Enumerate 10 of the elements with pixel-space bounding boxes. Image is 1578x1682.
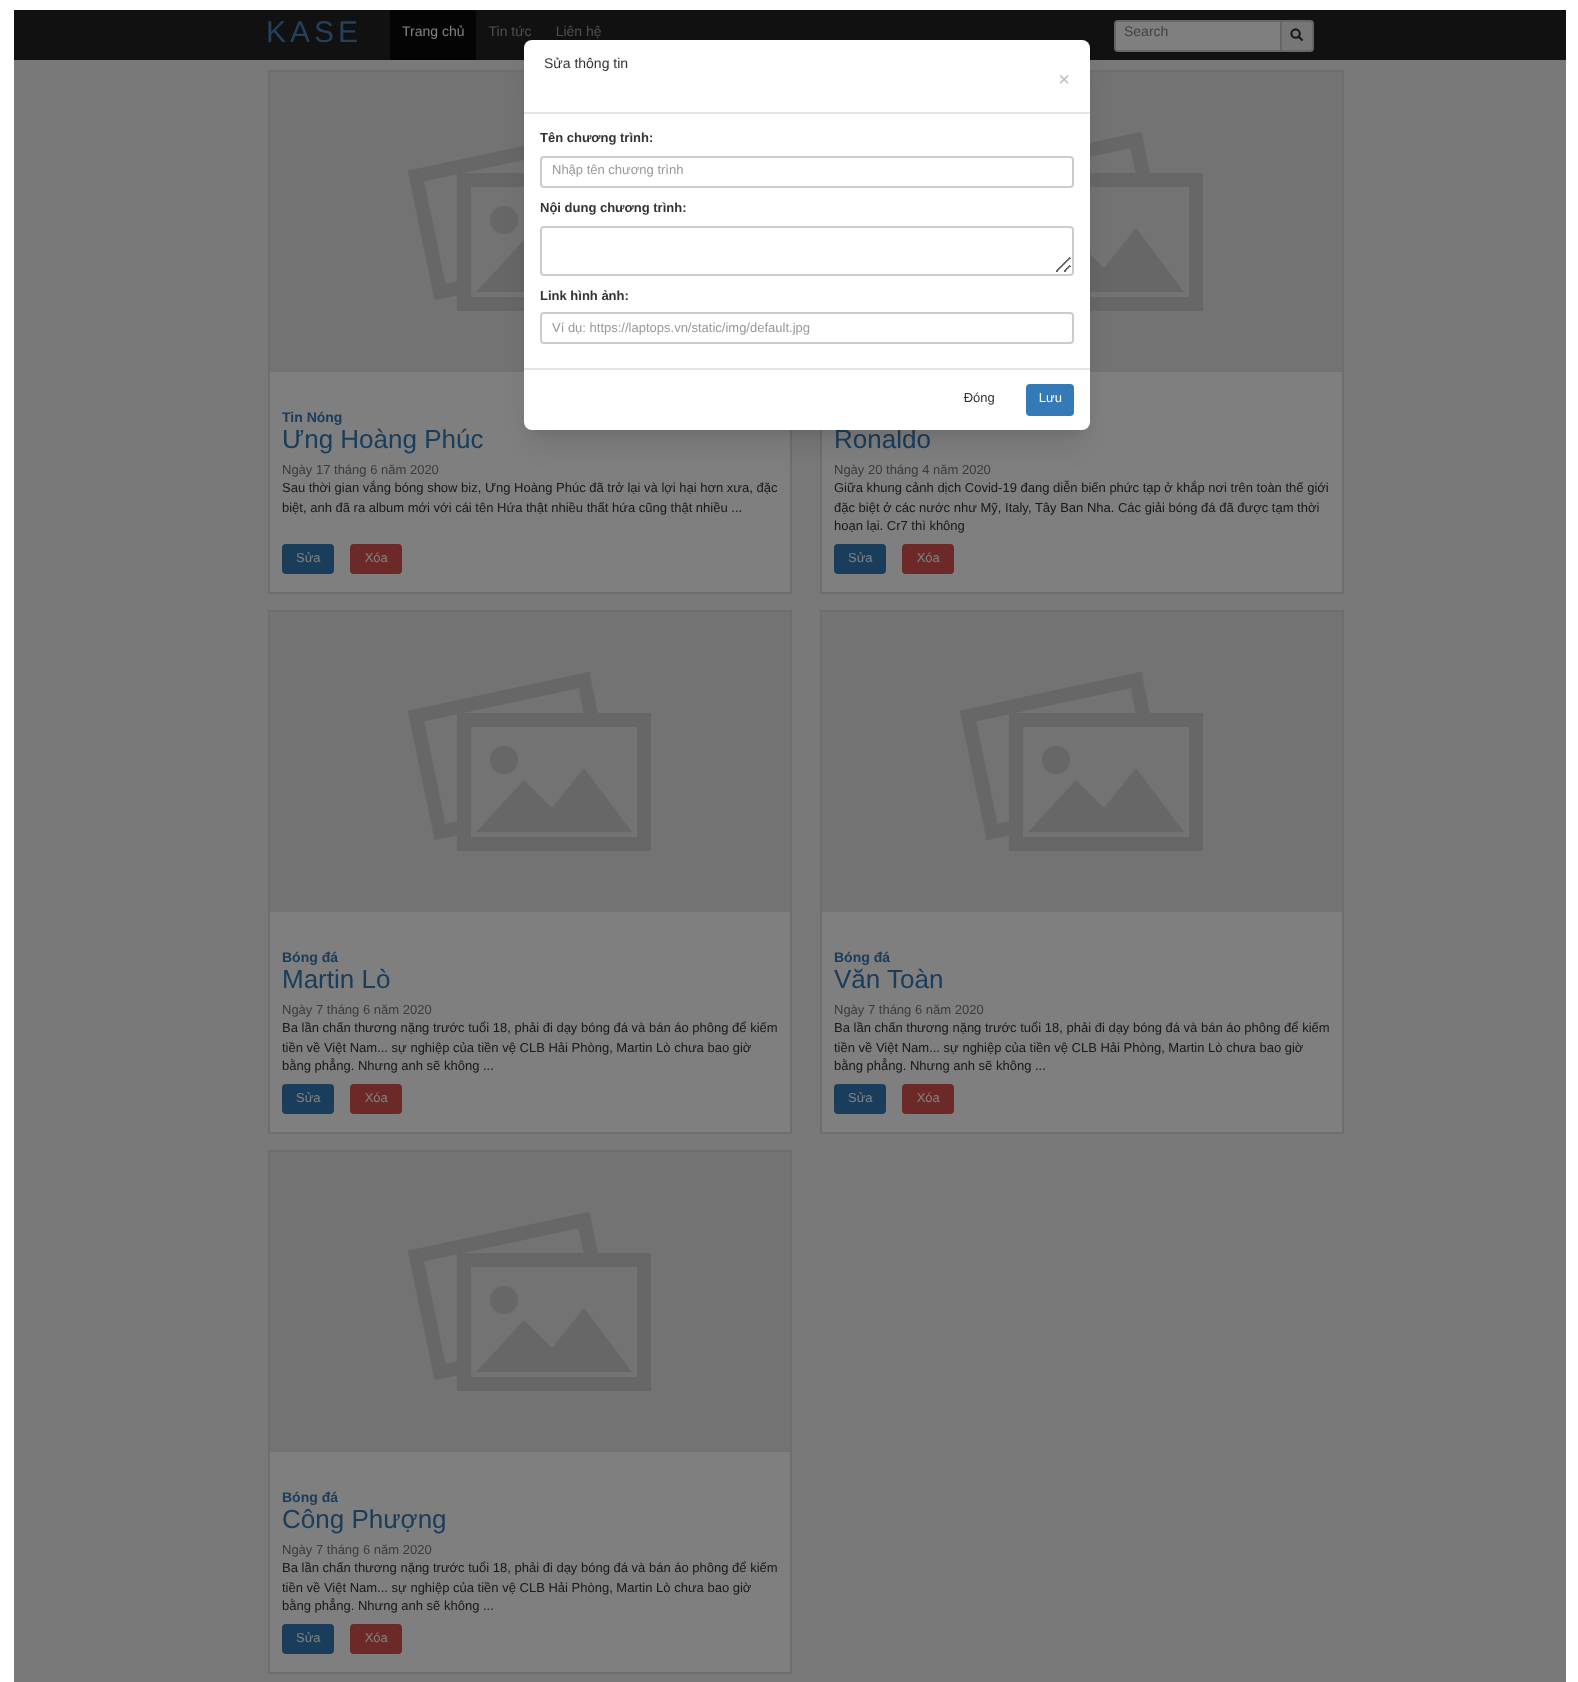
card-title: Ưng Hoàng Phúc	[282, 424, 486, 456]
card-title: Văn Toàn	[834, 964, 946, 996]
card-title: Công Phượng	[282, 1504, 449, 1536]
image-placeholder-icon	[1090, 132, 1204, 312]
close-button[interactable]: ×	[1058, 72, 1070, 92]
card-title: Ronaldo	[834, 424, 933, 456]
search-icon[interactable]	[1282, 19, 1314, 51]
textarea-field[interactable]	[540, 225, 1074, 275]
logo: KASE	[266, 14, 365, 55]
card-title: Martin Lò	[282, 964, 393, 996]
